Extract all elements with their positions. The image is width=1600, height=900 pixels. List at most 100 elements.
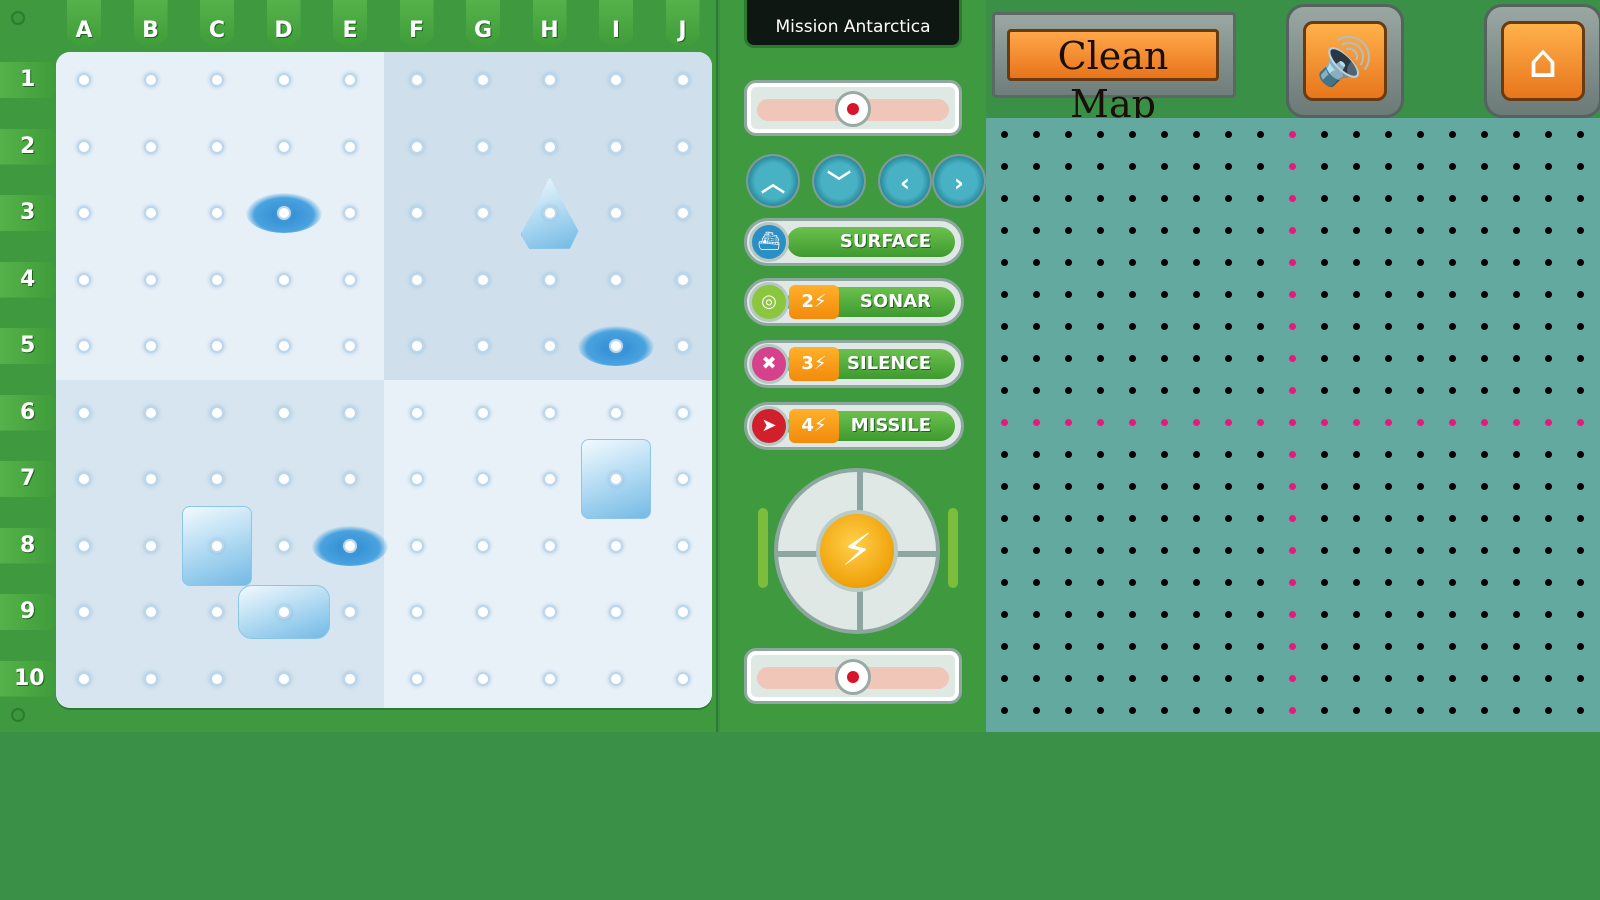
map-cell-d4[interactable] <box>276 272 291 287</box>
map-cell-i9[interactable] <box>609 605 623 619</box>
track-pad-dot[interactable] <box>1032 258 1040 266</box>
track-pad-dot[interactable] <box>1416 130 1424 138</box>
track-pad-dot[interactable] <box>1224 162 1232 170</box>
map-cell-h1[interactable] <box>542 73 557 87</box>
track-pad-dot[interactable] <box>1448 418 1456 426</box>
power-dial[interactable]: ⚡ <box>774 468 940 634</box>
track-pad-dot[interactable] <box>1576 418 1584 426</box>
track-pad-dot[interactable] <box>1576 610 1584 618</box>
track-pad-dot[interactable] <box>1320 450 1328 458</box>
map-cell-i4[interactable] <box>609 272 623 287</box>
track-pad-dot[interactable] <box>1096 258 1104 266</box>
track-pad-dot[interactable] <box>1416 642 1424 650</box>
track-pad-dot[interactable] <box>1160 386 1168 394</box>
track-pad-dot[interactable] <box>1512 578 1520 586</box>
track-pad-dot[interactable] <box>1288 386 1296 394</box>
track-pad-dot[interactable] <box>1384 226 1392 234</box>
track-pad-dot[interactable] <box>1576 578 1584 586</box>
track-pad-dot[interactable] <box>1352 354 1360 362</box>
map-cell-g10[interactable] <box>476 671 490 686</box>
track-pad-dot[interactable] <box>1256 578 1264 586</box>
track-pad-dot[interactable] <box>1128 450 1136 458</box>
track-pad-dot[interactable] <box>1480 706 1488 714</box>
track-pad-dot[interactable] <box>1256 546 1264 554</box>
track-pad-dot[interactable] <box>1352 226 1360 234</box>
track-pad-dot[interactable] <box>1544 194 1552 202</box>
track-pad-dot[interactable] <box>1096 706 1104 714</box>
track-pad-dot[interactable] <box>1192 130 1200 138</box>
track-pad-dot[interactable] <box>1128 258 1136 266</box>
track-pad-dot[interactable] <box>1224 354 1232 362</box>
track-pad-dot[interactable] <box>1000 322 1008 330</box>
track-pad-dot[interactable] <box>1416 482 1424 490</box>
track-pad-dot[interactable] <box>1544 418 1552 426</box>
sound-button[interactable]: 🔊 <box>1286 4 1404 118</box>
track-pad-dot[interactable] <box>1448 194 1456 202</box>
track-pad-dot[interactable] <box>1576 642 1584 650</box>
track-pad-dot[interactable] <box>1416 578 1424 586</box>
track-pad-dot[interactable] <box>1384 578 1392 586</box>
track-pad-dot[interactable] <box>1544 130 1552 138</box>
track-pad-dot[interactable] <box>1192 482 1200 490</box>
track-pad-dot[interactable] <box>1128 642 1136 650</box>
track-pad-dot[interactable] <box>1000 514 1008 522</box>
track-pad-dot[interactable] <box>1448 354 1456 362</box>
map-cell-c3[interactable] <box>210 206 224 220</box>
track-pad-dot[interactable] <box>1512 546 1520 554</box>
track-pad-dot[interactable] <box>1576 226 1584 234</box>
track-pad-dot[interactable] <box>1544 354 1552 362</box>
track-pad-dot[interactable] <box>1064 642 1072 650</box>
track-pad-dot[interactable] <box>1096 514 1104 522</box>
map-cell-e6[interactable] <box>343 405 357 420</box>
track-pad-dot[interactable] <box>1544 546 1552 554</box>
track-pad-dot[interactable] <box>1480 226 1488 234</box>
track-pad-dot[interactable] <box>1448 386 1456 394</box>
track-pad-dot[interactable] <box>1544 162 1552 170</box>
track-pad-dot[interactable] <box>1416 706 1424 714</box>
track-pad-dot[interactable] <box>1352 514 1360 522</box>
track-pad-dot[interactable] <box>1000 194 1008 202</box>
map-cell-a6[interactable] <box>77 405 91 420</box>
track-pad-dot[interactable] <box>1224 418 1232 426</box>
track-pad-dot[interactable] <box>1160 354 1168 362</box>
track-pad-dot[interactable] <box>1320 194 1328 202</box>
track-pad-dot[interactable] <box>1544 674 1552 682</box>
track-pad-dot[interactable] <box>1096 610 1104 618</box>
track-pad-dot[interactable] <box>1448 674 1456 682</box>
clean-map-button[interactable]: Clean Map <box>992 12 1236 126</box>
map-cell-b8[interactable] <box>143 538 158 553</box>
map-cell-j3[interactable] <box>675 206 690 220</box>
track-pad-dot[interactable] <box>1544 642 1552 650</box>
map-cell-e5[interactable] <box>343 339 357 353</box>
map-cell-j8[interactable] <box>675 538 690 553</box>
map-cell-j2[interactable] <box>675 139 690 154</box>
track-pad-dot[interactable] <box>1384 386 1392 394</box>
map-cell-e8[interactable] <box>343 538 357 553</box>
map-cell-a2[interactable] <box>77 139 91 154</box>
track-pad-dot[interactable] <box>1128 610 1136 618</box>
track-pad-dot[interactable] <box>1352 162 1360 170</box>
map-cell-d3[interactable] <box>276 206 291 220</box>
track-pad-dot[interactable] <box>1256 290 1264 298</box>
track-pad-dot[interactable] <box>1320 546 1328 554</box>
map-cell-e7[interactable] <box>343 472 357 486</box>
track-pad-dot[interactable] <box>1352 450 1360 458</box>
track-pad-dot[interactable] <box>1320 578 1328 586</box>
track-pad-dot[interactable] <box>1064 322 1072 330</box>
track-pad-dot[interactable] <box>1416 546 1424 554</box>
track-pad-dot[interactable] <box>1160 418 1168 426</box>
map-cell-e2[interactable] <box>343 139 357 154</box>
track-pad-dot[interactable] <box>1448 226 1456 234</box>
track-pad-dot[interactable] <box>1480 194 1488 202</box>
track-pad-dot[interactable] <box>1320 418 1328 426</box>
map-cell-f5[interactable] <box>409 339 424 353</box>
track-pad-dot[interactable] <box>1096 194 1104 202</box>
track-pad-dot[interactable] <box>1032 354 1040 362</box>
track-pad-dot[interactable] <box>1288 194 1296 202</box>
map-cell-a8[interactable] <box>77 538 91 553</box>
track-pad-dot[interactable] <box>1064 258 1072 266</box>
track-pad-dot[interactable] <box>1576 450 1584 458</box>
track-pad-dot[interactable] <box>1384 642 1392 650</box>
track-pad-dot[interactable] <box>1416 450 1424 458</box>
track-pad-dot[interactable] <box>1320 386 1328 394</box>
